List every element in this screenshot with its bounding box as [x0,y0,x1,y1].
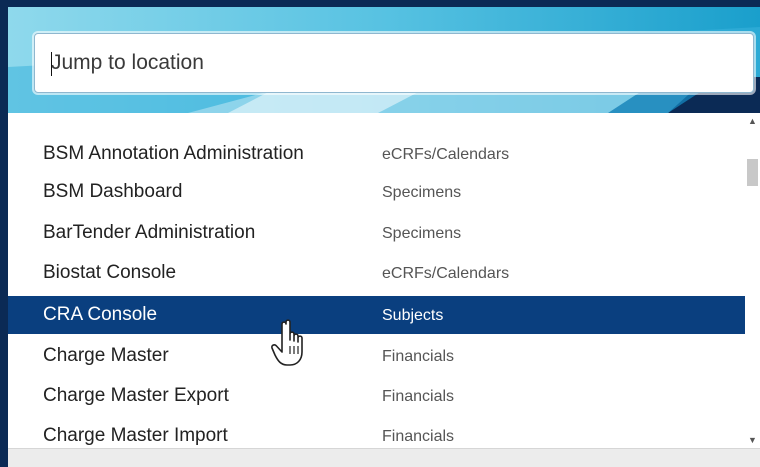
scroll-up-arrow-icon[interactable]: ▲ [745,113,760,129]
list-item-category: Subjects [382,307,444,324]
hand-pointer-cursor-icon [271,319,303,366]
list-item-name: BSM Dashboard [43,181,183,202]
list-item-name: BSM Annotation Administration [43,143,304,164]
list-item-name: Charge Master [43,345,169,366]
list-item-category: Financials [382,428,455,445]
search-header [8,7,760,113]
list-item-category: eCRFs/Calendars [382,146,510,163]
list-item-category: Specimens [382,184,462,201]
list-item[interactable]: Biostat Console eCRFs/Calendars [8,254,745,292]
list-item-category: eCRFs/Calendars [382,265,510,282]
list-item-name: Biostat Console [43,262,177,283]
list-item[interactable]: BSM Dashboard Specimens [8,173,745,211]
list-item[interactable]: BSM Annotation Administration eCRFs/Cale… [8,135,745,173]
jump-to-location-input[interactable] [35,34,753,92]
search-box[interactable] [34,33,754,93]
list-item[interactable]: BarTender Administration Specimens [8,214,745,252]
list-scrollbar[interactable]: ▲ ▼ [745,113,760,448]
list-item-name [43,113,48,131]
list-item-name: BarTender Administration [43,222,256,243]
list-item[interactable]: Charge Master Export Financials [8,377,745,415]
list-item-partial[interactable] [8,113,745,129]
list-item-category: Financials [382,348,455,365]
list-item-name: Charge Master Export [43,385,229,406]
list-item-category: Specimens [382,225,462,242]
list-item-name: CRA Console [43,304,158,325]
location-list[interactable]: BSM Annotation Administration eCRFs/Cale… [8,113,745,448]
scroll-down-arrow-icon[interactable]: ▼ [745,432,760,448]
list-item-selected[interactable]: CRA Console Subjects [8,296,745,334]
list-item-category: Financials [382,388,455,405]
list-item-name: Charge Master Import [43,425,228,446]
text-caret [51,52,52,76]
scroll-thumb[interactable] [747,159,758,186]
list-item[interactable]: Charge Master Financials [8,337,745,375]
list-item[interactable]: Charge Master Import Financials [8,417,745,448]
dialog-footer [8,448,760,467]
